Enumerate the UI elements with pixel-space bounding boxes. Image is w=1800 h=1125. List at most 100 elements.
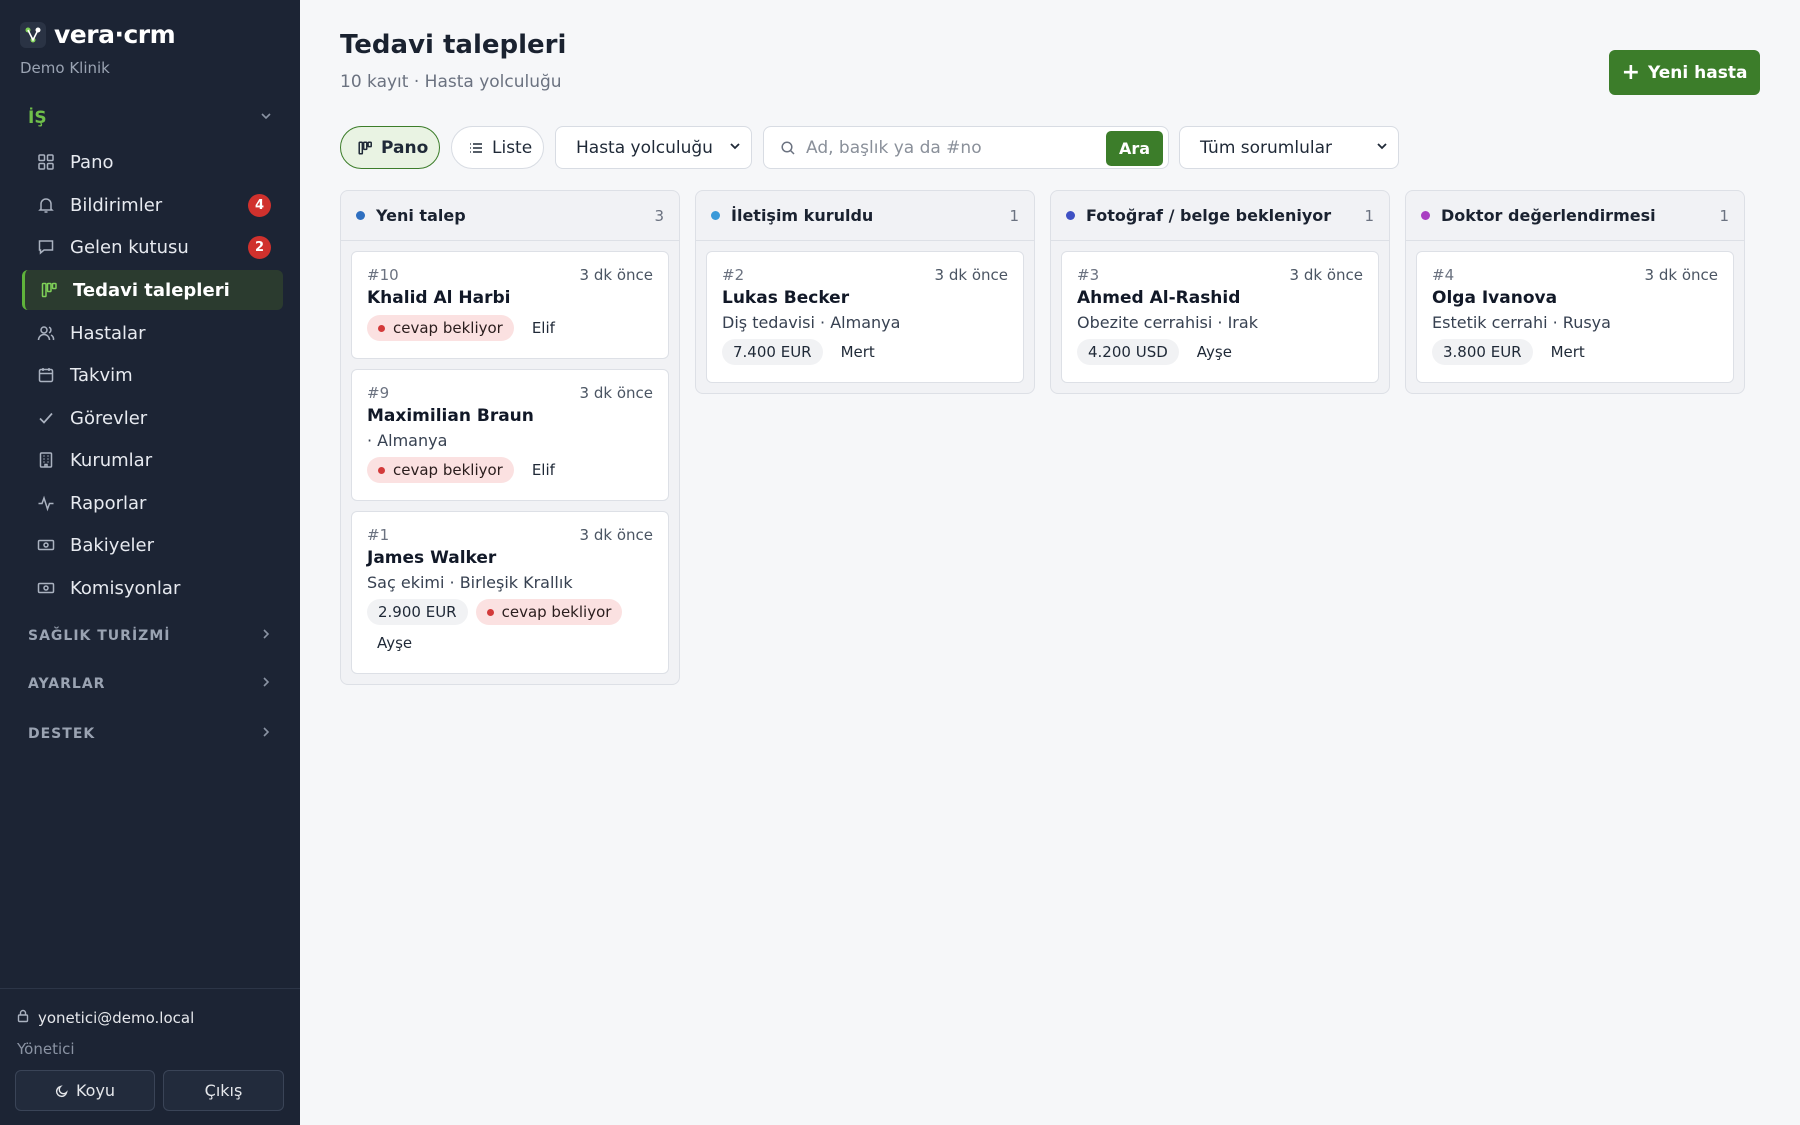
- alert-dot-icon: [486, 608, 494, 616]
- chevron-right-icon: [260, 726, 272, 742]
- view-board-button[interactable]: Pano: [340, 126, 440, 169]
- section-label: AYARLAR: [28, 676, 106, 692]
- status-badge: cevap bekliyor: [367, 315, 514, 341]
- sidebar-item-bildirimler[interactable]: Bildirimler 4: [22, 185, 283, 225]
- request-card[interactable]: #9 3 dk önce Maximilian Braun · Almanya ceva…: [351, 369, 669, 501]
- logout-button[interactable]: Çıkış: [163, 1070, 284, 1111]
- sidebar-item-gelen-kutusu[interactable]: Gelen kutusu 2: [22, 227, 283, 267]
- patient-name: James Walker: [367, 548, 497, 568]
- users-icon: [36, 323, 56, 343]
- column-title: Fotoğraf / belge bekleniyor: [1086, 206, 1332, 225]
- patient-name: Olga Ivanova: [1432, 288, 1558, 308]
- card-subtitle: Estetik cerrahi · Rusya: [1432, 313, 1611, 332]
- user-email: yonetici@demo.local: [38, 1009, 195, 1027]
- brand-subtitle: Demo Klinik: [20, 59, 110, 77]
- inbox-badge: 2: [248, 235, 271, 259]
- kanban-icon: [357, 140, 373, 156]
- status-dot-icon: [1421, 211, 1430, 220]
- sidebar-footer: yonetici@demo.local Yönetici Koyu Çıkış: [0, 988, 300, 1125]
- chevron-down-icon: [260, 110, 272, 126]
- sidebar-item-label: Pano: [70, 151, 114, 173]
- sidebar-item-label: Gelen kutusu: [70, 236, 189, 258]
- status-badge-label: cevap bekliyor: [393, 461, 503, 479]
- sidebar-item-hastalar[interactable]: Hastalar: [22, 313, 283, 353]
- sidebar-item-pano[interactable]: Pano: [22, 142, 283, 182]
- section-is[interactable]: İŞ: [22, 102, 278, 134]
- pipeline-select[interactable]: Hasta yolculuğu: [555, 126, 752, 169]
- card-subtitle: · Almanya: [367, 431, 448, 450]
- dark-mode-button[interactable]: Koyu: [15, 1070, 155, 1111]
- sidebar-item-label: Komisyonlar: [70, 577, 181, 599]
- section-label: SAĞLIK TURİZMİ: [28, 628, 171, 644]
- kanban-icon: [39, 280, 59, 300]
- search-box: Ara: [763, 126, 1169, 169]
- new-patient-button[interactable]: + Yeni hasta: [1609, 50, 1760, 95]
- card-list: #10 3 dk önce Khalid Al Harbi cevap bekliyo…: [341, 241, 679, 684]
- sidebar-item-gorevler[interactable]: Görevler: [22, 398, 283, 438]
- column-header[interactable]: Doktor değerlendirmesi 1: [1406, 191, 1744, 241]
- dark-mode-label: Koyu: [75, 1081, 116, 1100]
- assignee-label: Mert: [1550, 343, 1585, 361]
- card-subtitle: Obezite cerrahisi · Irak: [1077, 313, 1258, 332]
- card-subtitle: Saç ekimi · Birleşik Krallık: [367, 573, 573, 592]
- sidebar-item-label: Hastalar: [70, 322, 146, 344]
- status-badge: cevap bekliyor: [367, 457, 514, 483]
- card-list: #4 3 dk önce Olga Ivanova Estetik cerrahi ·…: [1406, 241, 1744, 393]
- moon-icon: [55, 1084, 69, 1098]
- column-header[interactable]: Yeni talep 3: [341, 191, 679, 241]
- sidebar-item-tedavi-talepleri[interactable]: Tedavi talepleri: [22, 270, 283, 310]
- sidebar-item-label: Tedavi talepleri: [73, 279, 230, 301]
- user-role: Yönetici: [17, 1040, 75, 1058]
- column-header[interactable]: Fotoğraf / belge bekleniyor 1: [1051, 191, 1389, 241]
- card-tags: cevap bekliyor Elif: [367, 315, 653, 346]
- card-time: 3 dk önce: [1644, 266, 1718, 284]
- amount-badge: 4.200 USD: [1077, 339, 1179, 365]
- card-list: #3 3 dk önce Ahmed Al-Rashid Obezite cerrah…: [1051, 241, 1389, 393]
- section-saglik-turizmi[interactable]: SAĞLIK TURİZMİ: [22, 620, 278, 652]
- sidebar-item-raporlar[interactable]: Raporlar: [22, 483, 283, 523]
- request-card[interactable]: #10 3 dk önce Khalid Al Harbi cevap bekliyo…: [351, 251, 669, 359]
- sidebar-item-kurumlar[interactable]: Kurumlar: [22, 440, 283, 480]
- list-icon: [468, 140, 484, 156]
- card-list: #2 3 dk önce Lukas Becker Diş tedavisi · Al…: [696, 241, 1034, 393]
- card-time: 3 dk önce: [579, 384, 653, 402]
- owner-select[interactable]: Tüm sorumlular: [1179, 126, 1399, 169]
- patient-name: Maximilian Braun: [367, 406, 534, 426]
- cash-icon: [36, 535, 56, 555]
- sidebar-item-komisyonlar[interactable]: Komisyonlar: [22, 568, 283, 608]
- section-destek[interactable]: DESTEK: [22, 718, 278, 750]
- status-badge-label: cevap bekliyor: [501, 603, 612, 621]
- sidebar-item-label: Bakiyeler: [70, 534, 155, 556]
- brand[interactable]: vera·crm: [20, 20, 176, 49]
- sidebar-item-bakiyeler[interactable]: Bakiyeler: [22, 525, 283, 565]
- view-list-label: Liste: [492, 137, 533, 158]
- lock-icon: [16, 1009, 30, 1027]
- status-dot-icon: [1066, 211, 1075, 220]
- column-header[interactable]: İletişim kuruldu 1: [696, 191, 1034, 241]
- chevron-right-icon: [260, 628, 272, 644]
- section-ayarlar[interactable]: AYARLAR: [22, 668, 278, 700]
- request-card[interactable]: #4 3 dk önce Olga Ivanova Estetik cerrahi ·…: [1416, 251, 1734, 383]
- amount-badge: 7.400 EUR: [722, 339, 823, 365]
- request-card[interactable]: #1 3 dk önce James Walker Saç ekimi · Birle…: [351, 511, 669, 674]
- sidebar-item-takvim[interactable]: Takvim: [22, 355, 283, 395]
- amount-badge: 3.800 EUR: [1432, 339, 1533, 365]
- search-input[interactable]: [806, 137, 1096, 158]
- owner-select-value: Tüm sorumlular: [1200, 137, 1332, 158]
- sidebar: vera·crm Demo Klinik İŞ Pano Bildirimler…: [0, 0, 300, 1125]
- view-list-button[interactable]: Liste: [451, 126, 544, 169]
- building-icon: [36, 450, 56, 470]
- request-card[interactable]: #2 3 dk önce Lukas Becker Diş tedavisi · Al…: [706, 251, 1024, 383]
- assignee-label: Elif: [531, 461, 555, 479]
- column-title: Yeni talep: [376, 206, 466, 225]
- sidebar-item-label: Bildirimler: [70, 194, 163, 216]
- card-tags: 7.400 EUR Mert: [722, 339, 1008, 370]
- request-card[interactable]: #3 3 dk önce Ahmed Al-Rashid Obezite cerrah…: [1061, 251, 1379, 383]
- pipeline-select-value: Hasta yolculuğu: [576, 137, 713, 158]
- search-button[interactable]: Ara: [1106, 131, 1163, 166]
- status-dot-icon: [711, 211, 720, 220]
- amount-badge: 2.900 EUR: [367, 599, 468, 625]
- column-title: İletişim kuruldu: [731, 206, 874, 225]
- patient-name: Lukas Becker: [722, 288, 850, 308]
- new-patient-label: Yeni hasta: [1648, 62, 1748, 83]
